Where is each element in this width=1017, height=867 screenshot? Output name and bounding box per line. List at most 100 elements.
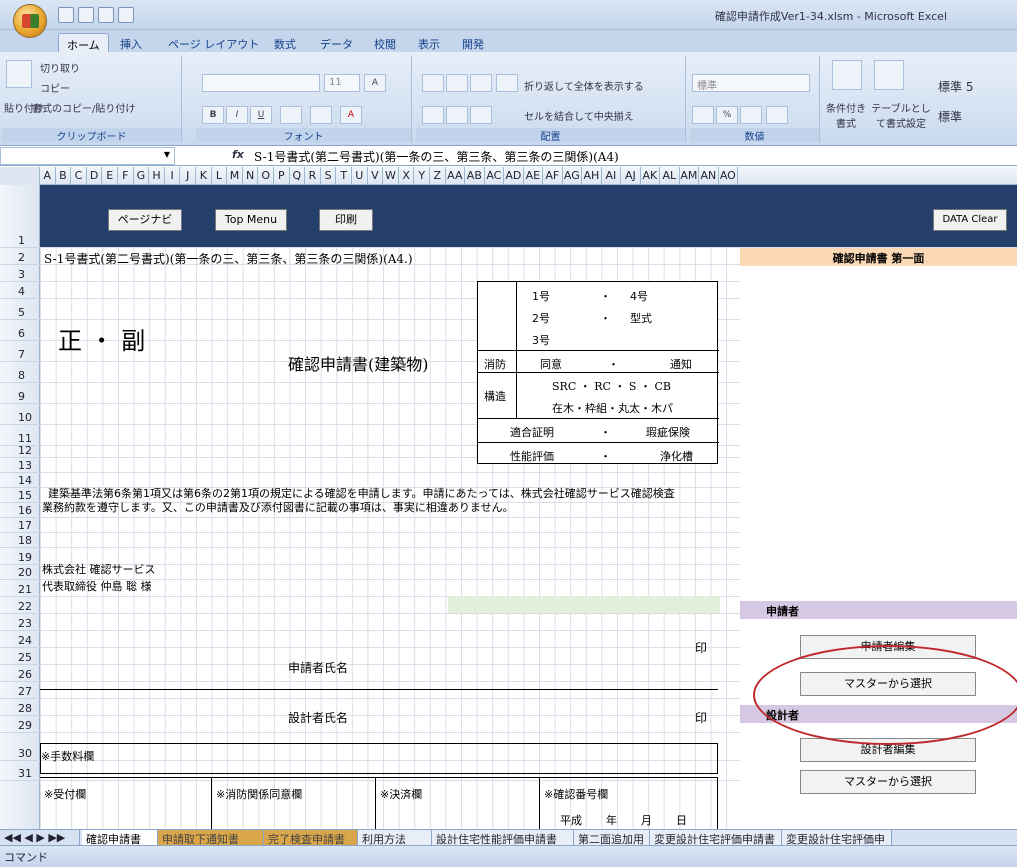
column-header[interactable]: V xyxy=(368,167,384,185)
sheet-tab[interactable]: 完了検査申請書 xyxy=(264,830,358,846)
sheet-tab[interactable]: 変更設計住宅評価申請書 xyxy=(650,830,782,846)
row-header[interactable]: 23 xyxy=(0,614,40,631)
row-header[interactable]: 26 xyxy=(0,665,40,682)
sheet-tab[interactable]: 確認申請書 xyxy=(82,830,158,846)
align-right-icon[interactable] xyxy=(470,106,492,124)
column-header[interactable]: H xyxy=(149,167,165,185)
column-header[interactable]: AA xyxy=(446,167,466,185)
row-header[interactable]: 25 xyxy=(0,648,40,665)
wrap-text-button[interactable]: 折り返して全体を表示する xyxy=(524,78,644,93)
row-header[interactable]: 15 xyxy=(0,488,40,503)
sheet-tab[interactable]: 設計住宅性能評価申請書 xyxy=(432,830,574,846)
column-header[interactable]: S xyxy=(321,167,337,185)
column-header[interactable]: J xyxy=(180,167,196,185)
column-header[interactable]: AK xyxy=(641,167,661,185)
align-left-icon[interactable] xyxy=(422,106,444,124)
column-header[interactable]: G xyxy=(134,167,150,185)
font-color-icon[interactable]: A xyxy=(340,106,362,124)
office-button[interactable] xyxy=(13,4,47,38)
column-header[interactable]: AC xyxy=(485,167,505,185)
tab-data[interactable]: データ xyxy=(312,33,361,52)
column-header[interactable]: Y xyxy=(414,167,430,185)
row-header[interactable]: 14 xyxy=(0,473,40,488)
column-header[interactable]: AJ xyxy=(621,167,641,185)
column-header[interactable]: M xyxy=(227,167,243,185)
redo-icon[interactable] xyxy=(98,7,114,23)
column-header[interactable]: AF xyxy=(543,167,563,185)
bold-button[interactable]: B xyxy=(202,106,224,124)
column-header[interactable]: P xyxy=(274,167,290,185)
format-table-button[interactable]: テーブルとして書式設定 xyxy=(870,100,932,130)
formula-input[interactable]: S-1号書式(第二号書式)(第一条の三、第三条、第三条の三関係)(A4) xyxy=(254,148,619,165)
column-header[interactable]: AL xyxy=(660,167,680,185)
italic-button[interactable]: I xyxy=(226,106,248,124)
column-header[interactable]: D xyxy=(87,167,103,185)
row-header[interactable]: 8 xyxy=(0,362,40,383)
row-header[interactable]: 19 xyxy=(0,548,40,565)
column-header[interactable]: U xyxy=(352,167,368,185)
designer-master-select-button[interactable]: マスターから選択 xyxy=(800,770,976,794)
row-header[interactable]: 21 xyxy=(0,580,40,597)
align-center-icon[interactable] xyxy=(446,106,468,124)
undo-icon[interactable] xyxy=(78,7,94,23)
tab-home[interactable]: ホーム xyxy=(58,33,109,52)
row-header[interactable]: 27 xyxy=(0,682,40,699)
tab-view[interactable]: 表示 xyxy=(410,33,448,52)
increase-decimal-icon[interactable] xyxy=(766,106,788,124)
column-header[interactable]: AB xyxy=(465,167,485,185)
row-header[interactable]: 30 xyxy=(0,733,40,761)
column-header[interactable]: R xyxy=(305,167,321,185)
sheet-nav-arrows-icon[interactable]: ◀◀ ◀ ▶ ▶▶ xyxy=(0,830,80,846)
row-header[interactable]: 6 xyxy=(0,320,40,341)
column-header[interactable]: C xyxy=(71,167,87,185)
row-header[interactable]: 18 xyxy=(0,533,40,548)
row-header[interactable]: 4 xyxy=(0,282,40,299)
tab-review[interactable]: 校閲 xyxy=(366,33,404,52)
column-header[interactable]: E xyxy=(102,167,118,185)
row-header[interactable]: 17 xyxy=(0,518,40,533)
font-size-field[interactable]: 11 xyxy=(324,74,360,92)
row-header[interactable]: 7 xyxy=(0,341,40,362)
format-table-icon[interactable] xyxy=(874,60,904,90)
column-header[interactable]: I xyxy=(165,167,181,185)
underline-button[interactable]: U xyxy=(250,106,272,124)
number-format-field[interactable]: 標準 xyxy=(692,74,810,92)
currency-icon[interactable] xyxy=(692,106,714,124)
column-header[interactable]: A xyxy=(40,167,56,185)
save-icon[interactable] xyxy=(58,7,74,23)
sheet-tab[interactable]: 第二面追加用 xyxy=(574,830,650,846)
align-bottom-icon[interactable] xyxy=(470,74,492,92)
align-top-icon[interactable] xyxy=(422,74,444,92)
column-header[interactable]: X xyxy=(399,167,415,185)
tab-formulas[interactable]: 数式 xyxy=(266,33,304,52)
tab-insert[interactable]: 挿入 xyxy=(112,33,150,52)
column-header[interactable]: AG xyxy=(563,167,583,185)
font-name-field[interactable] xyxy=(202,74,320,92)
column-header[interactable]: AM xyxy=(680,167,700,185)
column-header[interactable]: W xyxy=(383,167,399,185)
column-header[interactable]: AI xyxy=(602,167,622,185)
comma-icon[interactable] xyxy=(740,106,762,124)
input-highlight-cell[interactable] xyxy=(448,596,720,613)
column-header[interactable]: AN xyxy=(699,167,719,185)
column-header[interactable]: Z xyxy=(430,167,446,185)
column-header[interactable]: O xyxy=(258,167,274,185)
chevron-down-icon[interactable]: ▼ xyxy=(164,150,170,159)
print-button[interactable]: 印刷 xyxy=(319,209,373,231)
align-middle-icon[interactable] xyxy=(446,74,468,92)
row-header[interactable]: 13 xyxy=(0,458,40,473)
cut-button[interactable]: 切り取り xyxy=(40,60,80,75)
copy-button[interactable]: コピー xyxy=(40,80,70,95)
tab-page-layout[interactable]: ページ レイアウト xyxy=(160,33,267,52)
paste-icon[interactable] xyxy=(6,60,32,88)
sheet-tab[interactable]: 申請取下通知書 xyxy=(158,830,264,846)
column-header[interactable]: AO xyxy=(719,167,739,185)
row-header[interactable]: 2 xyxy=(0,248,40,265)
row-header[interactable]: 1 xyxy=(0,185,40,248)
border-icon[interactable] xyxy=(280,106,302,124)
row-header[interactable]: 11 xyxy=(0,425,40,446)
row-header[interactable]: 3 xyxy=(0,265,40,282)
print-preview-icon[interactable] xyxy=(118,7,134,23)
row-header[interactable]: 28 xyxy=(0,699,40,716)
column-header[interactable]: B xyxy=(56,167,72,185)
